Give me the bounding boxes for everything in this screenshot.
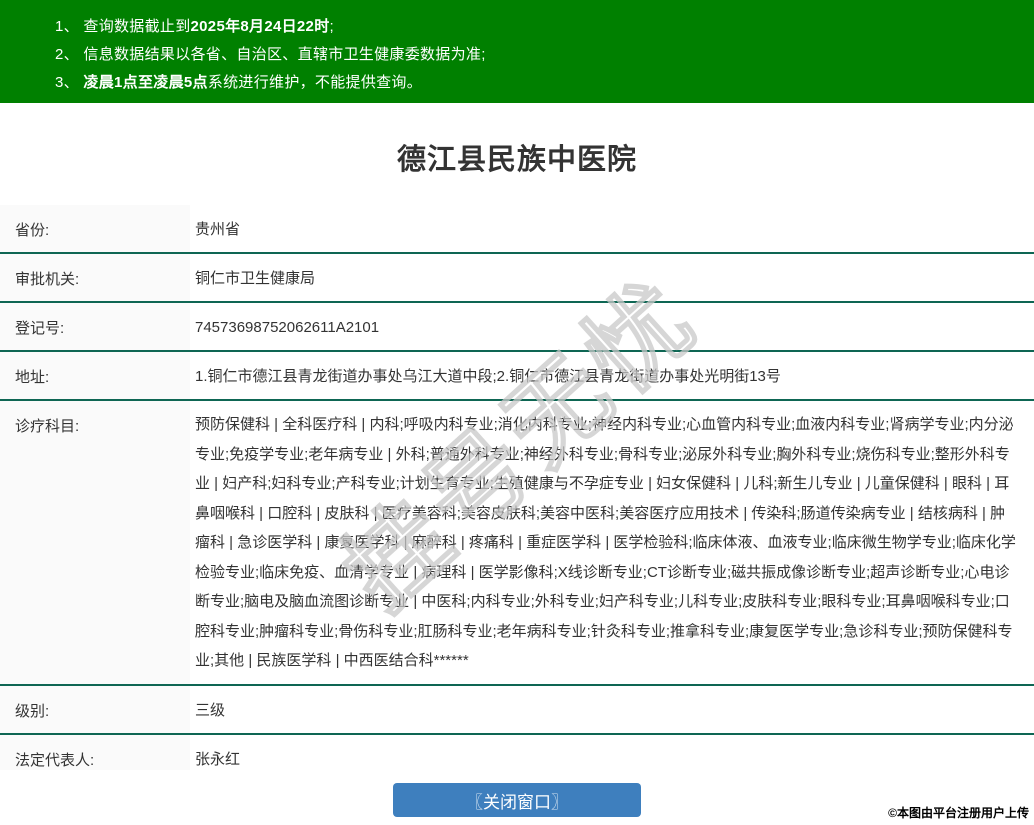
row-value: 铜仁市卫生健康局	[190, 254, 1034, 301]
notice-1-post: ;	[330, 18, 334, 35]
row-label: 省份:	[0, 205, 190, 252]
notice-3-pre: 3、	[55, 74, 83, 91]
table-row-level: 级别: 三级	[0, 686, 1034, 735]
table-row-province: 省份: 贵州省	[0, 205, 1034, 254]
row-value: 74573698752062611A2101	[190, 303, 1034, 350]
table-row-medical-subjects: 诊疗科目: 预防保健科 | 全科医疗科 | 内科;呼吸内科专业;消化内科专业;神…	[0, 401, 1034, 686]
table-row-address: 地址: 1.铜仁市德江县青龙街道办事处乌江大道中段;2.铜仁市德江县青龙街道办事…	[0, 352, 1034, 401]
close-window-button[interactable]: 〖关闭窗口〗	[393, 783, 641, 817]
row-label: 诊疗科目:	[0, 401, 190, 684]
copyright-note: ©本图由平台注册用户上传	[888, 804, 1029, 821]
notice-line-2: 2、 信息数据结果以各省、自治区、直辖市卫生健康委数据为准;	[55, 41, 1024, 69]
footer-bar: 〖关闭窗口〗 ©本图由平台注册用户上传	[0, 770, 1034, 825]
row-value: 1.铜仁市德江县青龙街道办事处乌江大道中段;2.铜仁市德江县青龙街道办事处光明街…	[190, 352, 1034, 399]
row-label: 登记号:	[0, 303, 190, 350]
page-title: 德江县民族中医院	[0, 103, 1034, 205]
row-label: 审批机关:	[0, 254, 190, 301]
table-row-registration-number: 登记号: 74573698752062611A2101	[0, 303, 1034, 352]
table-row-approval-authority: 审批机关: 铜仁市卫生健康局	[0, 254, 1034, 303]
notice-3-bold: 凌晨1点至凌晨5点	[83, 74, 207, 91]
info-table: 省份: 贵州省 审批机关: 铜仁市卫生健康局 登记号: 745736987520…	[0, 205, 1034, 782]
notice-line-1: 1、 查询数据截止到2025年8月24日22时;	[55, 13, 1024, 41]
notice-line-3: 3、 凌晨1点至凌晨5点系统进行维护，不能提供查询。	[55, 69, 1024, 97]
notice-1-bold: 2025年8月24日22时	[191, 18, 330, 35]
row-value: 三级	[190, 686, 1034, 733]
row-label: 地址:	[0, 352, 190, 399]
row-value: 预防保健科 | 全科医疗科 | 内科;呼吸内科专业;消化内科专业;神经内科专业;…	[190, 401, 1034, 684]
notice-banner: 1、 查询数据截止到2025年8月24日22时; 2、 信息数据结果以各省、自治…	[0, 0, 1034, 103]
notice-2-pre: 2、 信息数据结果以各省、自治区、直辖市卫生健康委数据为准;	[55, 46, 486, 63]
row-value: 贵州省	[190, 205, 1034, 252]
notice-1-pre: 1、 查询数据截止到	[55, 18, 191, 35]
notice-3-post: 系统进行维护，不能提供查询。	[208, 74, 422, 91]
row-label: 级别:	[0, 686, 190, 733]
